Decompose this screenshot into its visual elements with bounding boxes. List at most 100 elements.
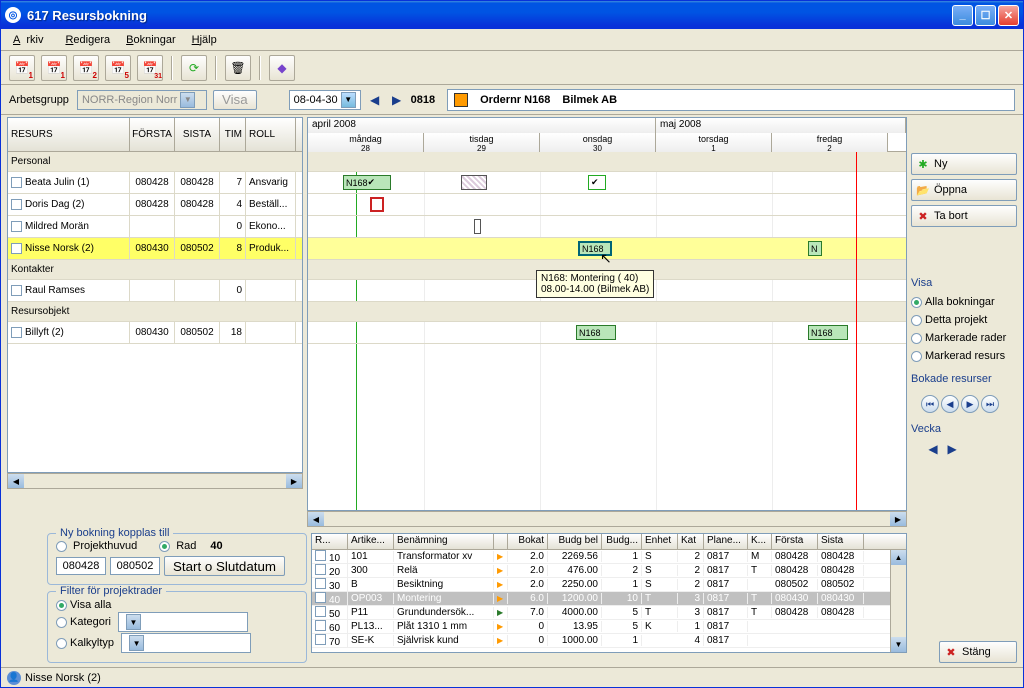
toolbar-view3-button[interactable]: 📅2 <box>73 55 99 81</box>
project-rows-grid[interactable]: R... Artike... Benämning Bokat Budg bel … <box>311 533 907 653</box>
bar-nisse-fri[interactable]: N <box>808 241 822 256</box>
radio-markerade[interactable]: Markerade rader <box>911 332 1017 344</box>
menu-arkiv[interactable]: Arkiv <box>7 32 55 48</box>
bar-doris[interactable] <box>370 197 384 212</box>
nav-last-button[interactable]: ⏭ <box>981 395 999 413</box>
bar-billyft-fri[interactable]: N168 <box>808 325 848 340</box>
order-customer: Bilmek AB <box>562 94 617 106</box>
slutdatum-button[interactable]: Start o Slutdatum <box>164 556 285 576</box>
projgrid-row[interactable]: 40OP003Montering▶6.01200.0010T30817T0804… <box>312 592 906 606</box>
bar-billyft-wed[interactable]: N168 <box>576 325 616 340</box>
radio-detta[interactable]: Detta projekt <box>911 314 1017 326</box>
left-hscroll[interactable]: ◀▶ <box>7 473 303 489</box>
bar-beata-mon[interactable]: N168✔ <box>343 175 391 190</box>
vecka-prev-button[interactable]: ◀ <box>925 441 941 457</box>
gantt-row-mildred <box>308 216 906 238</box>
order-info-box: Ordernr N168 Bilmek AB <box>447 89 1015 111</box>
new-icon: ✱ <box>916 157 930 171</box>
statusbar: 👤 Nisse Norsk (2) <box>1 667 1023 687</box>
row-beata[interactable]: Beata Julin (1) 080428 080428 7 Ansvarig <box>8 172 302 194</box>
tabort-button[interactable]: ✖Ta bort <box>911 205 1017 227</box>
section-resursobjekt: Resursobjekt <box>8 302 302 321</box>
vecka-title: Vecka <box>911 423 1017 435</box>
vecka-next-button[interactable]: ▶ <box>944 441 960 457</box>
date-combo[interactable]: 08-04-30▼ <box>289 90 361 110</box>
month-maj: maj 2008 <box>656 118 906 133</box>
time-display: 0818 <box>411 94 435 106</box>
menu-hjalp[interactable]: Hjälp <box>186 32 223 48</box>
kategori-combo[interactable]: ▼ <box>118 612 248 632</box>
menu-redigera[interactable]: Redigera <box>59 32 116 48</box>
bar-beata-tue[interactable] <box>461 175 487 190</box>
order-color-swatch <box>454 93 468 107</box>
date1-input[interactable] <box>56 557 106 575</box>
gantt-hscroll[interactable]: ◀▶ <box>307 511 907 527</box>
toolbar-view2-button[interactable]: 📅1 <box>41 55 67 81</box>
gantt-chart[interactable]: april 2008 maj 2008 måndag28 tisdag29 on… <box>307 117 907 511</box>
col-sista[interactable]: SISTA <box>175 118 220 151</box>
gantt-row-billyft: N168 N168 <box>308 322 906 344</box>
nav-prev-button[interactable]: ◀ <box>941 395 959 413</box>
bar-beata-wed[interactable]: ✔ <box>588 175 606 190</box>
maximize-button[interactable]: ☐ <box>975 5 996 26</box>
col-forsta[interactable]: FÖRSTA <box>130 118 175 151</box>
toolbar-view5-button[interactable]: 📅5 <box>105 55 131 81</box>
toolbar-view1-button[interactable]: 📅1 <box>9 55 35 81</box>
filter-panel: Filter för projektrader Visa alla Katego… <box>47 591 307 663</box>
app-icon: ◎ <box>5 7 21 23</box>
gantt-row-nisse: N168 N ↖ <box>308 238 906 260</box>
projgrid-row[interactable]: 50P11Grundundersök...▶7.04000.005T30817T… <box>312 606 906 620</box>
projgrid-row[interactable]: 20300Relä▶2.0476.002S20817T080428080428 <box>312 564 906 578</box>
window-title: 617 Resursbokning <box>27 8 952 23</box>
close-window-button[interactable]: ✕ <box>998 5 1019 26</box>
ny-button[interactable]: ✱Ny <box>911 153 1017 175</box>
cursor-icon: ↖ <box>600 250 612 267</box>
gantt-row-doris <box>308 194 906 216</box>
radio-markerad-resurs[interactable]: Markerad resurs <box>911 350 1017 362</box>
radio-projekthuvud[interactable] <box>56 541 67 552</box>
row-nisse[interactable]: Nisse Norsk (2) 080430 080502 8 Produk..… <box>8 238 302 260</box>
projgrid-row[interactable]: 10101Transformator xv▶2.02269.561S20817M… <box>312 550 906 564</box>
projgrid-row[interactable]: 60PL13...Plåt 1310 1 mm▶013.955K10817 <box>312 620 906 634</box>
row-raul[interactable]: Raul Ramses 0 <box>8 280 302 302</box>
projgrid-vscroll[interactable]: ▲▼ <box>890 550 906 652</box>
row-billyft[interactable]: Billyft (2) 080430 080502 18 <box>8 322 302 344</box>
row-mildred[interactable]: Mildred Morän 0 Ekono... <box>8 216 302 238</box>
section-personal: Personal <box>8 152 302 171</box>
date2-input[interactable] <box>110 557 160 575</box>
arbetsgrupp-combo: NORR-Region Norr▼ <box>77 90 207 110</box>
projgrid-row[interactable]: 70SE-KSjälvrisk kund▶01000.00140817 <box>312 634 906 648</box>
row-doris[interactable]: Doris Dag (2) 080428 080428 4 Beställ... <box>8 194 302 216</box>
toolbar-help-button[interactable]: ◆ <box>269 55 295 81</box>
month-april: april 2008 <box>308 118 656 133</box>
radio-rad[interactable] <box>159 541 170 552</box>
toolbar-view31-button[interactable]: 📅31 <box>137 55 163 81</box>
date-next-button[interactable]: ▶ <box>389 92 405 108</box>
toolbar-delete-button[interactable]: 🗑 <box>225 55 251 81</box>
now-line <box>856 152 857 510</box>
oppna-button[interactable]: 📂Öppna <box>911 179 1017 201</box>
nav-next-button[interactable]: ▶ <box>961 395 979 413</box>
radio-kalkyltyp[interactable]: Kalkyltyp ▼ <box>56 633 298 653</box>
col-roll[interactable]: ROLL <box>246 118 296 151</box>
arbetsgrupp-label: Arbetsgrupp <box>9 94 69 106</box>
radio-kategori[interactable]: Kategori ▼ <box>56 612 298 632</box>
date-prev-button[interactable]: ◀ <box>367 92 383 108</box>
projgrid-row[interactable]: 30BBesiktning▶2.02250.001S20817080502080… <box>312 578 906 592</box>
gantt-row-beata: N168✔ ✔ <box>308 172 906 194</box>
visa-title: Visa <box>911 277 1017 289</box>
minimize-button[interactable]: _ <box>952 5 973 26</box>
radio-alla[interactable]: Alla bokningar <box>911 296 1017 308</box>
resource-grid[interactable]: RESURS FÖRSTA SISTA TIM ROLL Personal Be… <box>7 117 303 473</box>
section-kontakter: Kontakter <box>8 260 302 279</box>
bar-mildred[interactable] <box>474 219 481 234</box>
col-resurs[interactable]: RESURS <box>8 118 130 151</box>
nav-first-button[interactable]: ⏮ <box>921 395 939 413</box>
radio-visa-alla[interactable]: Visa alla <box>56 599 298 611</box>
menu-bokningar[interactable]: Bokningar <box>120 32 182 48</box>
col-tim[interactable]: TIM <box>220 118 246 151</box>
stang-button[interactable]: ✖Stäng <box>939 641 1017 663</box>
toolbar-refresh-button[interactable]: ⟳ <box>181 55 207 81</box>
visa-button: Visa <box>213 90 257 110</box>
kalkyltyp-combo[interactable]: ▼ <box>121 633 251 653</box>
